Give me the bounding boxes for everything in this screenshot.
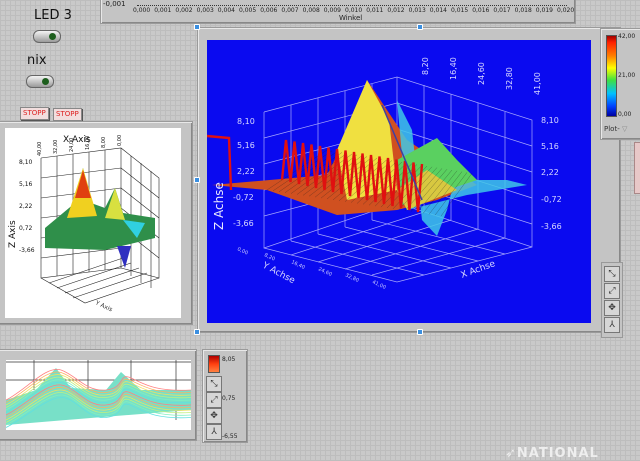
winkel-y-tick: -0,001: [103, 0, 126, 8]
winkel-x-tick: 0,011: [366, 7, 384, 14]
main-top-tick: 24,60: [477, 62, 486, 85]
resize-handle[interactable]: [194, 329, 200, 335]
small-z-tick: 0,72: [19, 225, 33, 232]
main-z-tick-left: 5,16: [237, 141, 255, 150]
main-z-tick-right: -0,72: [541, 195, 562, 204]
nix-label: nix: [27, 53, 47, 68]
bottom-color-ramp-panel: 8,05 0,75 -6,55 ⤡ ⤢ ✥ ⅄: [202, 349, 248, 443]
main-z-tick-left: -0,72: [233, 193, 254, 202]
main-z-tick-right: 8,10: [541, 116, 559, 125]
winkel-x-tick: 0,000: [133, 7, 151, 14]
main-3d-plot: Z Achse 8,10 5,16 2,22 -0,72 -3,66 8,10 …: [207, 40, 591, 323]
stop-button-1[interactable]: STOPP: [20, 107, 49, 120]
winkel-x-tick: 0,012: [387, 7, 405, 14]
winkel-x-tick: 0,006: [260, 7, 278, 14]
chevron-down-icon: ▽: [619, 125, 628, 133]
resize-handle[interactable]: [417, 24, 423, 30]
winkel-x-tick: 0,014: [429, 7, 447, 14]
main-z-tick-left: -3,66: [233, 219, 254, 228]
main-3d-graph[interactable]: Z Achse 8,10 5,16 2,22 -0,72 -3,66 8,10 …: [197, 27, 621, 333]
pan-icon[interactable]: ✥: [206, 408, 222, 424]
small-x-tick: 16,00: [85, 136, 91, 150]
small-x-tick: 0,00: [117, 135, 123, 146]
pan-icon[interactable]: ✥: [604, 300, 620, 316]
winkel-x-tick: 0,015: [451, 7, 469, 14]
winkel-x-tick: 0,017: [493, 7, 511, 14]
main-z-tick-right: 5,16: [541, 142, 559, 151]
winkel-x-tick: 0,002: [175, 7, 193, 14]
winkel-x-tick: 0,018: [514, 7, 532, 14]
small-z-tick: 2,22: [19, 203, 33, 210]
winkel-x-tick: 0,007: [281, 7, 299, 14]
small-x-tick: 8,00: [101, 137, 107, 148]
graph-palette: ⤡ ⤢ ✥ ⅄: [601, 262, 623, 338]
small-x-tick: 32,00: [53, 140, 59, 154]
led3-label: LED 3: [34, 8, 72, 23]
axes-icon[interactable]: ⅄: [206, 424, 222, 440]
rotate-icon[interactable]: ⤡: [206, 376, 222, 392]
color-ramp[interactable]: [606, 35, 617, 117]
bottom-color-ramp[interactable]: [208, 355, 220, 373]
winkel-x-tick: 0,008: [302, 7, 320, 14]
small-x-tick: 24,00: [69, 138, 75, 152]
main-z-axis-title: Z Achse: [212, 182, 226, 230]
small-z-tick: 8,10: [19, 159, 33, 166]
main-z-tick-left: 8,10: [237, 117, 255, 126]
winkel-x-tick: 0,010: [345, 7, 363, 14]
small-z-tick: 5,16: [19, 181, 33, 188]
rotate-icon[interactable]: ⤡: [604, 266, 620, 282]
bottom-ramp-max: 8,05: [222, 356, 236, 363]
main-z-tick-right: -3,66: [541, 222, 562, 231]
zoom-icon[interactable]: ⤢: [604, 283, 620, 299]
bottom-3d-plot: [6, 360, 191, 430]
main-z-tick-right: 2,22: [541, 168, 559, 177]
winkel-x-tick: 0,020: [557, 7, 575, 14]
winkel-graph[interactable]: 0,000 0,001 0,002 0,003 0,004 0,005 0,006 0,007…: [100, 0, 576, 24]
color-ramp-min: 0,00: [618, 111, 632, 118]
bottom-ramp-mid: 0,75: [222, 395, 236, 402]
small-z-axis-title: Z Axis: [8, 220, 18, 248]
winkel-x-tick: 0,003: [196, 7, 214, 14]
small-3d-graph[interactable]: X Axis Z Axis Y Axis 8,10 5,16 2,22 0,72…: [0, 121, 193, 325]
bottom-3d-graph[interactable]: [0, 349, 197, 441]
winkel-x-tick: 0,005: [239, 7, 257, 14]
winkel-x-tick: 0,013: [408, 7, 426, 14]
resize-handle[interactable]: [417, 329, 423, 335]
color-ramp-mid: 21,00: [618, 72, 636, 79]
small-x-tick: 40,00: [37, 142, 43, 156]
main-top-tick: 41,00: [533, 72, 542, 95]
main-top-tick: 16,40: [449, 57, 458, 80]
winkel-x-tick: 0,019: [535, 7, 553, 14]
bottom-ramp-min: -6,55: [222, 433, 238, 440]
axes-icon[interactable]: ⅄: [604, 317, 620, 333]
winkel-x-tick: 0,016: [472, 7, 490, 14]
plot-selector-label: Plot-: [604, 125, 620, 133]
plot-selector[interactable]: Plot- ▽: [604, 125, 638, 134]
color-ramp-panel: 42,00 21,00 0,00 Plot- ▽: [600, 28, 640, 140]
resize-handle[interactable]: [194, 24, 200, 30]
zoom-icon[interactable]: ⤢: [206, 392, 222, 408]
pink-panel-edge: [634, 142, 640, 194]
main-top-tick: 32,80: [505, 67, 514, 90]
winkel-x-tick: 0,001: [154, 7, 172, 14]
color-ramp-max: 42,00: [618, 33, 636, 40]
small-z-tick: -3,66: [19, 247, 35, 254]
resize-handle[interactable]: [194, 177, 200, 183]
main-top-tick: 8,20: [421, 57, 430, 75]
led3-indicator[interactable]: [33, 30, 61, 43]
main-z-tick-left: 2,22: [237, 167, 255, 176]
nix-indicator[interactable]: [26, 75, 54, 88]
winkel-x-tick: 0,004: [217, 7, 235, 14]
small-3d-plot: X Axis Z Axis Y Axis 8,10 5,16 2,22 0,72…: [5, 128, 181, 318]
stop-button-2[interactable]: STOPP: [53, 108, 82, 121]
winkel-x-label: Winkel: [339, 14, 363, 22]
winkel-x-tick: 0,009: [323, 7, 341, 14]
